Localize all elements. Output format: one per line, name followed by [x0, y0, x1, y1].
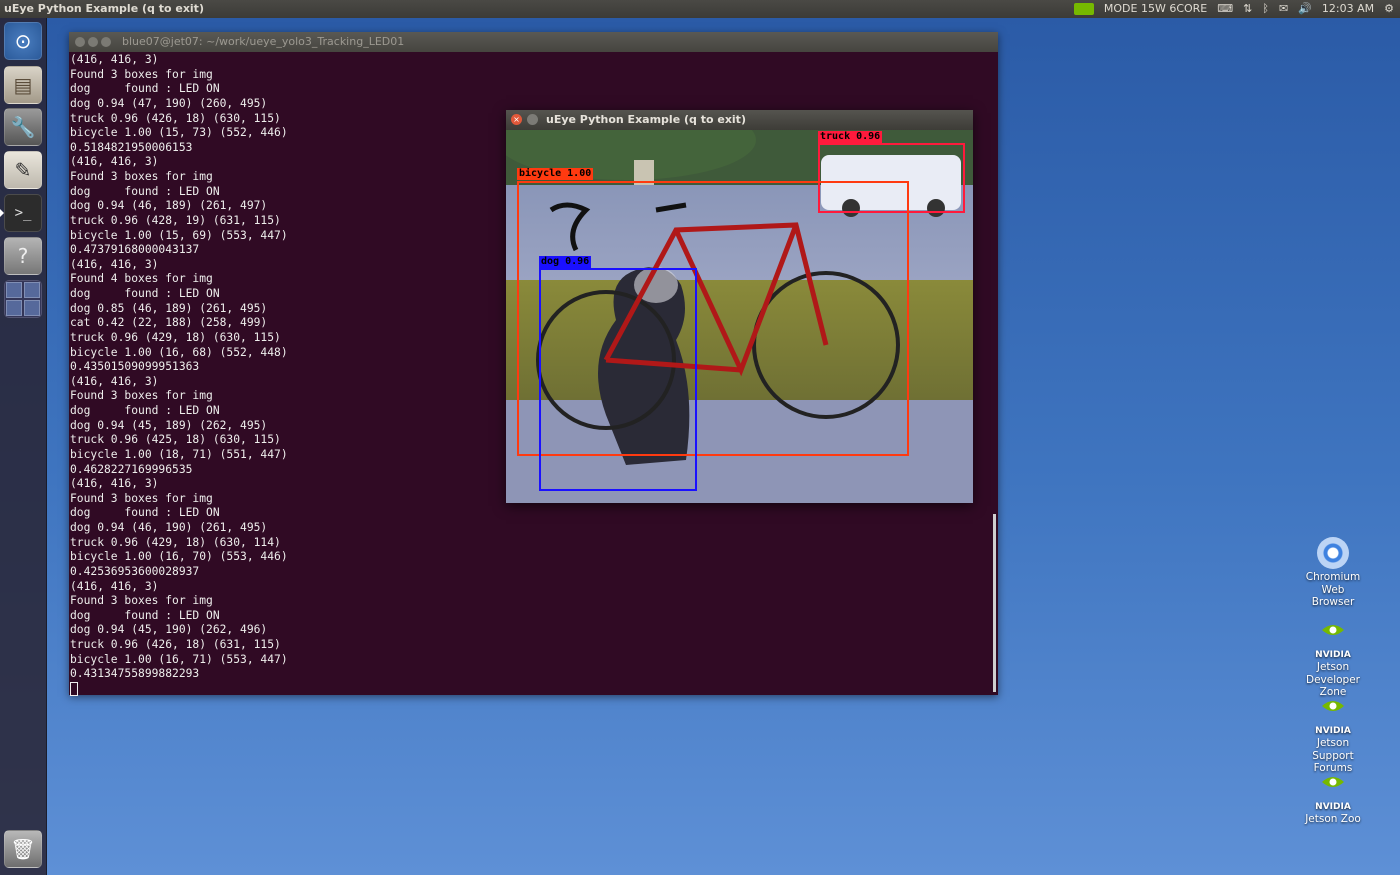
desktop-icon-label: Jetson Zoo [1305, 813, 1361, 825]
help-icon: ? [17, 244, 29, 268]
terminal-line: (416, 416, 3) [70, 579, 159, 593]
camera-frame: truck 0.96 bicycle 1.00 dog 0.96 [506, 130, 973, 503]
file-cabinet-icon: ▤ [13, 73, 33, 97]
text-editor-launcher-button[interactable]: ✎ [4, 151, 42, 189]
desktop-icon-chromium[interactable]: Chromium Web Browser [1298, 537, 1368, 609]
wrench-icon: 🔧 [10, 115, 36, 139]
desktop-icon-label: Web [1321, 583, 1345, 596]
terminal-line: dog found : LED ON [70, 608, 220, 622]
nvidia-wordmark: NVIDIA [1315, 725, 1351, 736]
indicator-area: MODE 15W 6CORE ⌨ ⇅ ᛒ ✉ 🔊 12:03 AM ⚙ [1073, 0, 1394, 18]
workspace-switcher-button[interactable] [4, 280, 42, 318]
trash-icon: 🗑 [10, 837, 36, 861]
terminal-titlebar[interactable]: blue07@jet07: ~/work/ueye_yolo3_Tracking… [69, 32, 998, 52]
files-launcher-button[interactable]: ▤ [4, 66, 42, 104]
minimize-button[interactable] [88, 37, 98, 47]
nvidia-eye-icon [1322, 701, 1344, 711]
ubuntu-logo-icon: ⊙ [14, 29, 32, 53]
workspace-grid-icon [6, 282, 40, 316]
terminal-line: bicycle 1.00 (16, 70) (553, 446) [70, 550, 288, 564]
terminal-line: dog found : LED ON [70, 82, 220, 96]
terminal-line: dog 0.94 (46, 190) (261, 495) [70, 521, 268, 534]
desktop-icon-jetson-support-forums[interactable]: NVIDIA Jetson Support Forums [1298, 697, 1368, 775]
power-mode-indicator[interactable]: MODE 15W 6CORE [1104, 0, 1207, 18]
desktop-icon-label: Developer [1305, 673, 1360, 686]
notepad-icon: ✎ [14, 158, 32, 182]
nvidia-wordmark: NVIDIA [1315, 801, 1351, 812]
terminal-line: 0.43134755899882293 [70, 667, 200, 681]
terminal-line: dog 0.94 (45, 190) (262, 496) [70, 623, 268, 637]
nvidia-wordmark: NVIDIA [1315, 649, 1351, 660]
terminal-launcher-button[interactable]: >_ [4, 194, 42, 232]
minimize-button[interactable] [527, 114, 538, 125]
terminal-cursor [70, 681, 78, 696]
bluetooth-icon[interactable]: ᛒ [1262, 0, 1269, 18]
terminal-line: dog found : LED ON [70, 506, 220, 520]
terminal-line: truck 0.96 (429, 18) (630, 114) [70, 535, 281, 549]
terminal-icon: >_ [14, 205, 32, 221]
nvidia-eye-icon [1322, 625, 1344, 635]
launcher: ⊙ ▤ 🔧 ✎ >_ ? 🗑 [0, 18, 47, 875]
top-panel: uEye Python Example (q to exit) MODE 15W… [0, 0, 1400, 18]
dash-home-button[interactable]: ⊙ [4, 22, 42, 60]
gear-icon[interactable]: ⚙ [1384, 0, 1394, 18]
nvidia-eye-icon [1322, 777, 1344, 787]
maximize-button[interactable] [101, 37, 111, 47]
terminal-line: (416, 416, 3) [70, 53, 159, 66]
volume-icon[interactable]: 🔊 [1298, 0, 1312, 18]
desktop-icon-label: Browser [1311, 596, 1355, 608]
keyboard-icon[interactable]: ⌨ [1217, 0, 1233, 18]
terminal-line: Found 3 boxes for img [70, 67, 213, 81]
terminal-line: truck 0.96 (426, 18) (631, 115) [70, 638, 281, 651]
terminal-line: Found 3 boxes for img [70, 594, 213, 608]
mail-icon[interactable]: ✉ [1279, 0, 1288, 18]
dog-label: dog 0.96 [539, 256, 592, 268]
desktop-icon-label: Jetson [1316, 737, 1350, 749]
dog-bounding-box [539, 268, 697, 491]
desktop-icon-label: Jetson [1316, 661, 1350, 673]
close-button[interactable]: × [511, 114, 522, 125]
system-settings-launcher-button[interactable]: 🔧 [4, 108, 42, 146]
terminal-scrollbar[interactable] [993, 514, 996, 692]
help-launcher-button[interactable]: ? [4, 237, 42, 275]
desktop-icon-jetson-developer-zone[interactable]: NVIDIA Jetson Developer Zone [1298, 621, 1368, 699]
camera-window-title: uEye Python Example (q to exit) [546, 113, 746, 126]
bicycle-label: bicycle 1.00 [517, 168, 594, 180]
camera-titlebar[interactable]: × uEye Python Example (q to exit) [506, 110, 973, 130]
terminal-title: blue07@jet07: ~/work/ueye_yolo3_Tracking… [122, 35, 405, 48]
terminal-line: 0.42536953600028937 [70, 564, 200, 578]
terminal-prompt-line[interactable] [70, 681, 990, 697]
chromium-icon [1317, 537, 1349, 569]
active-app-title: uEye Python Example (q to exit) [4, 2, 204, 15]
trash-launcher-button[interactable]: 🗑 [4, 830, 42, 868]
desktop-icon-jetson-zoo[interactable]: NVIDIA Jetson Zoo [1298, 773, 1368, 826]
clock[interactable]: 12:03 AM [1322, 0, 1374, 18]
terminal-line: bicycle 1.00 (16, 71) (553, 447) [70, 652, 288, 666]
desktop-icon-label: Chromium [1305, 571, 1361, 583]
network-icon[interactable]: ⇅ [1243, 0, 1252, 18]
truck-label: truck 0.96 [818, 131, 883, 143]
nvidia-indicator-icon[interactable] [1073, 3, 1094, 15]
desktop-icon-label: Support [1312, 749, 1354, 762]
camera-preview-window[interactable]: × uEye Python Example (q to exit) truck … [506, 110, 973, 503]
close-button[interactable] [75, 37, 85, 47]
window-controls [75, 37, 111, 47]
